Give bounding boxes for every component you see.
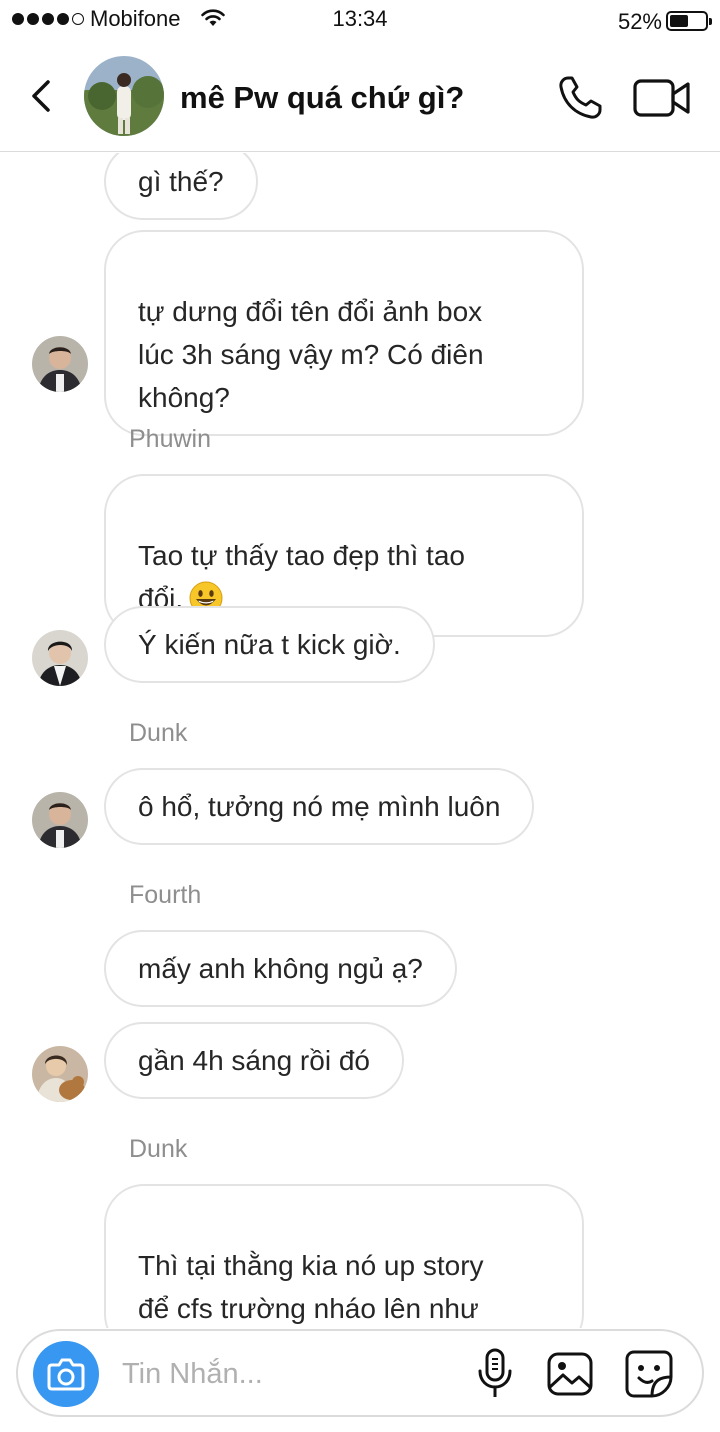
message-composer xyxy=(16,1329,704,1417)
message-bubble[interactable]: gì thế? xyxy=(104,153,258,220)
battery-icon xyxy=(666,11,712,31)
sender-name: Dunk xyxy=(129,1135,188,1163)
message-bubble[interactable]: ô hổ, tưởng nó mẹ mình luôn xyxy=(104,768,535,845)
message-text: Thì tại thằng kia nó up story để cfs trư… xyxy=(138,1250,484,1324)
microphone-icon[interactable] xyxy=(473,1347,517,1401)
conversation-header: mê Pw quá chứ gì? xyxy=(0,42,720,152)
gallery-icon[interactable] xyxy=(546,1351,594,1397)
message-text: mấy anh không ngủ ạ? xyxy=(138,953,423,984)
sticker-icon[interactable] xyxy=(624,1349,674,1399)
camera-button[interactable] xyxy=(33,1341,99,1407)
message-bubble[interactable]: tự dưng đổi tên đổi ảnh box lúc 3h sáng … xyxy=(104,230,584,436)
message-bubble[interactable]: gần 4h sáng rồi đó xyxy=(104,1022,404,1099)
status-bar: Mobifone 13:34 52% xyxy=(0,0,720,42)
message-text: gì thế? xyxy=(138,166,224,197)
message-text: tự dưng đổi tên đổi ảnh box lúc 3h sáng … xyxy=(138,296,484,413)
camera-icon xyxy=(47,1358,85,1391)
battery-percent: 52% xyxy=(617,9,662,34)
group-avatar[interactable] xyxy=(84,56,164,136)
message-bubble[interactable]: Thì tại thằng kia nó up story để cfs trư… xyxy=(104,1184,584,1328)
sender-avatar[interactable] xyxy=(32,792,88,848)
sender-avatar[interactable] xyxy=(32,1046,88,1102)
message-text: Ý kiến nữa t kick giờ. xyxy=(138,629,401,660)
message-text: gần 4h sáng rồi đó xyxy=(138,1045,370,1076)
message-text: Tao tự thấy tao đẹp thì tao đổi. xyxy=(138,540,465,614)
sender-avatar[interactable] xyxy=(32,630,88,686)
message-input[interactable] xyxy=(122,1349,452,1399)
message-bubble[interactable]: mấy anh không ngủ ạ? xyxy=(104,930,457,1007)
message-bubble[interactable]: Ý kiến nữa t kick giờ. xyxy=(104,606,435,683)
sender-name: Fourth xyxy=(129,881,202,909)
message-list[interactable]: gì thế? tự dưng đổi tên đổi ảnh box lúc … xyxy=(0,153,720,1328)
sender-avatar[interactable] xyxy=(32,336,88,392)
video-camera-icon[interactable] xyxy=(632,72,692,124)
phone-icon[interactable] xyxy=(554,72,606,124)
conversation-title[interactable]: mê Pw quá chứ gì? xyxy=(180,80,464,116)
back-icon[interactable] xyxy=(24,74,60,118)
sender-name: Dunk xyxy=(129,719,188,747)
sender-name: Phuwin xyxy=(129,425,211,453)
status-time: 13:34 xyxy=(332,6,388,31)
message-text: ô hổ, tưởng nó mẹ mình luôn xyxy=(138,791,501,822)
